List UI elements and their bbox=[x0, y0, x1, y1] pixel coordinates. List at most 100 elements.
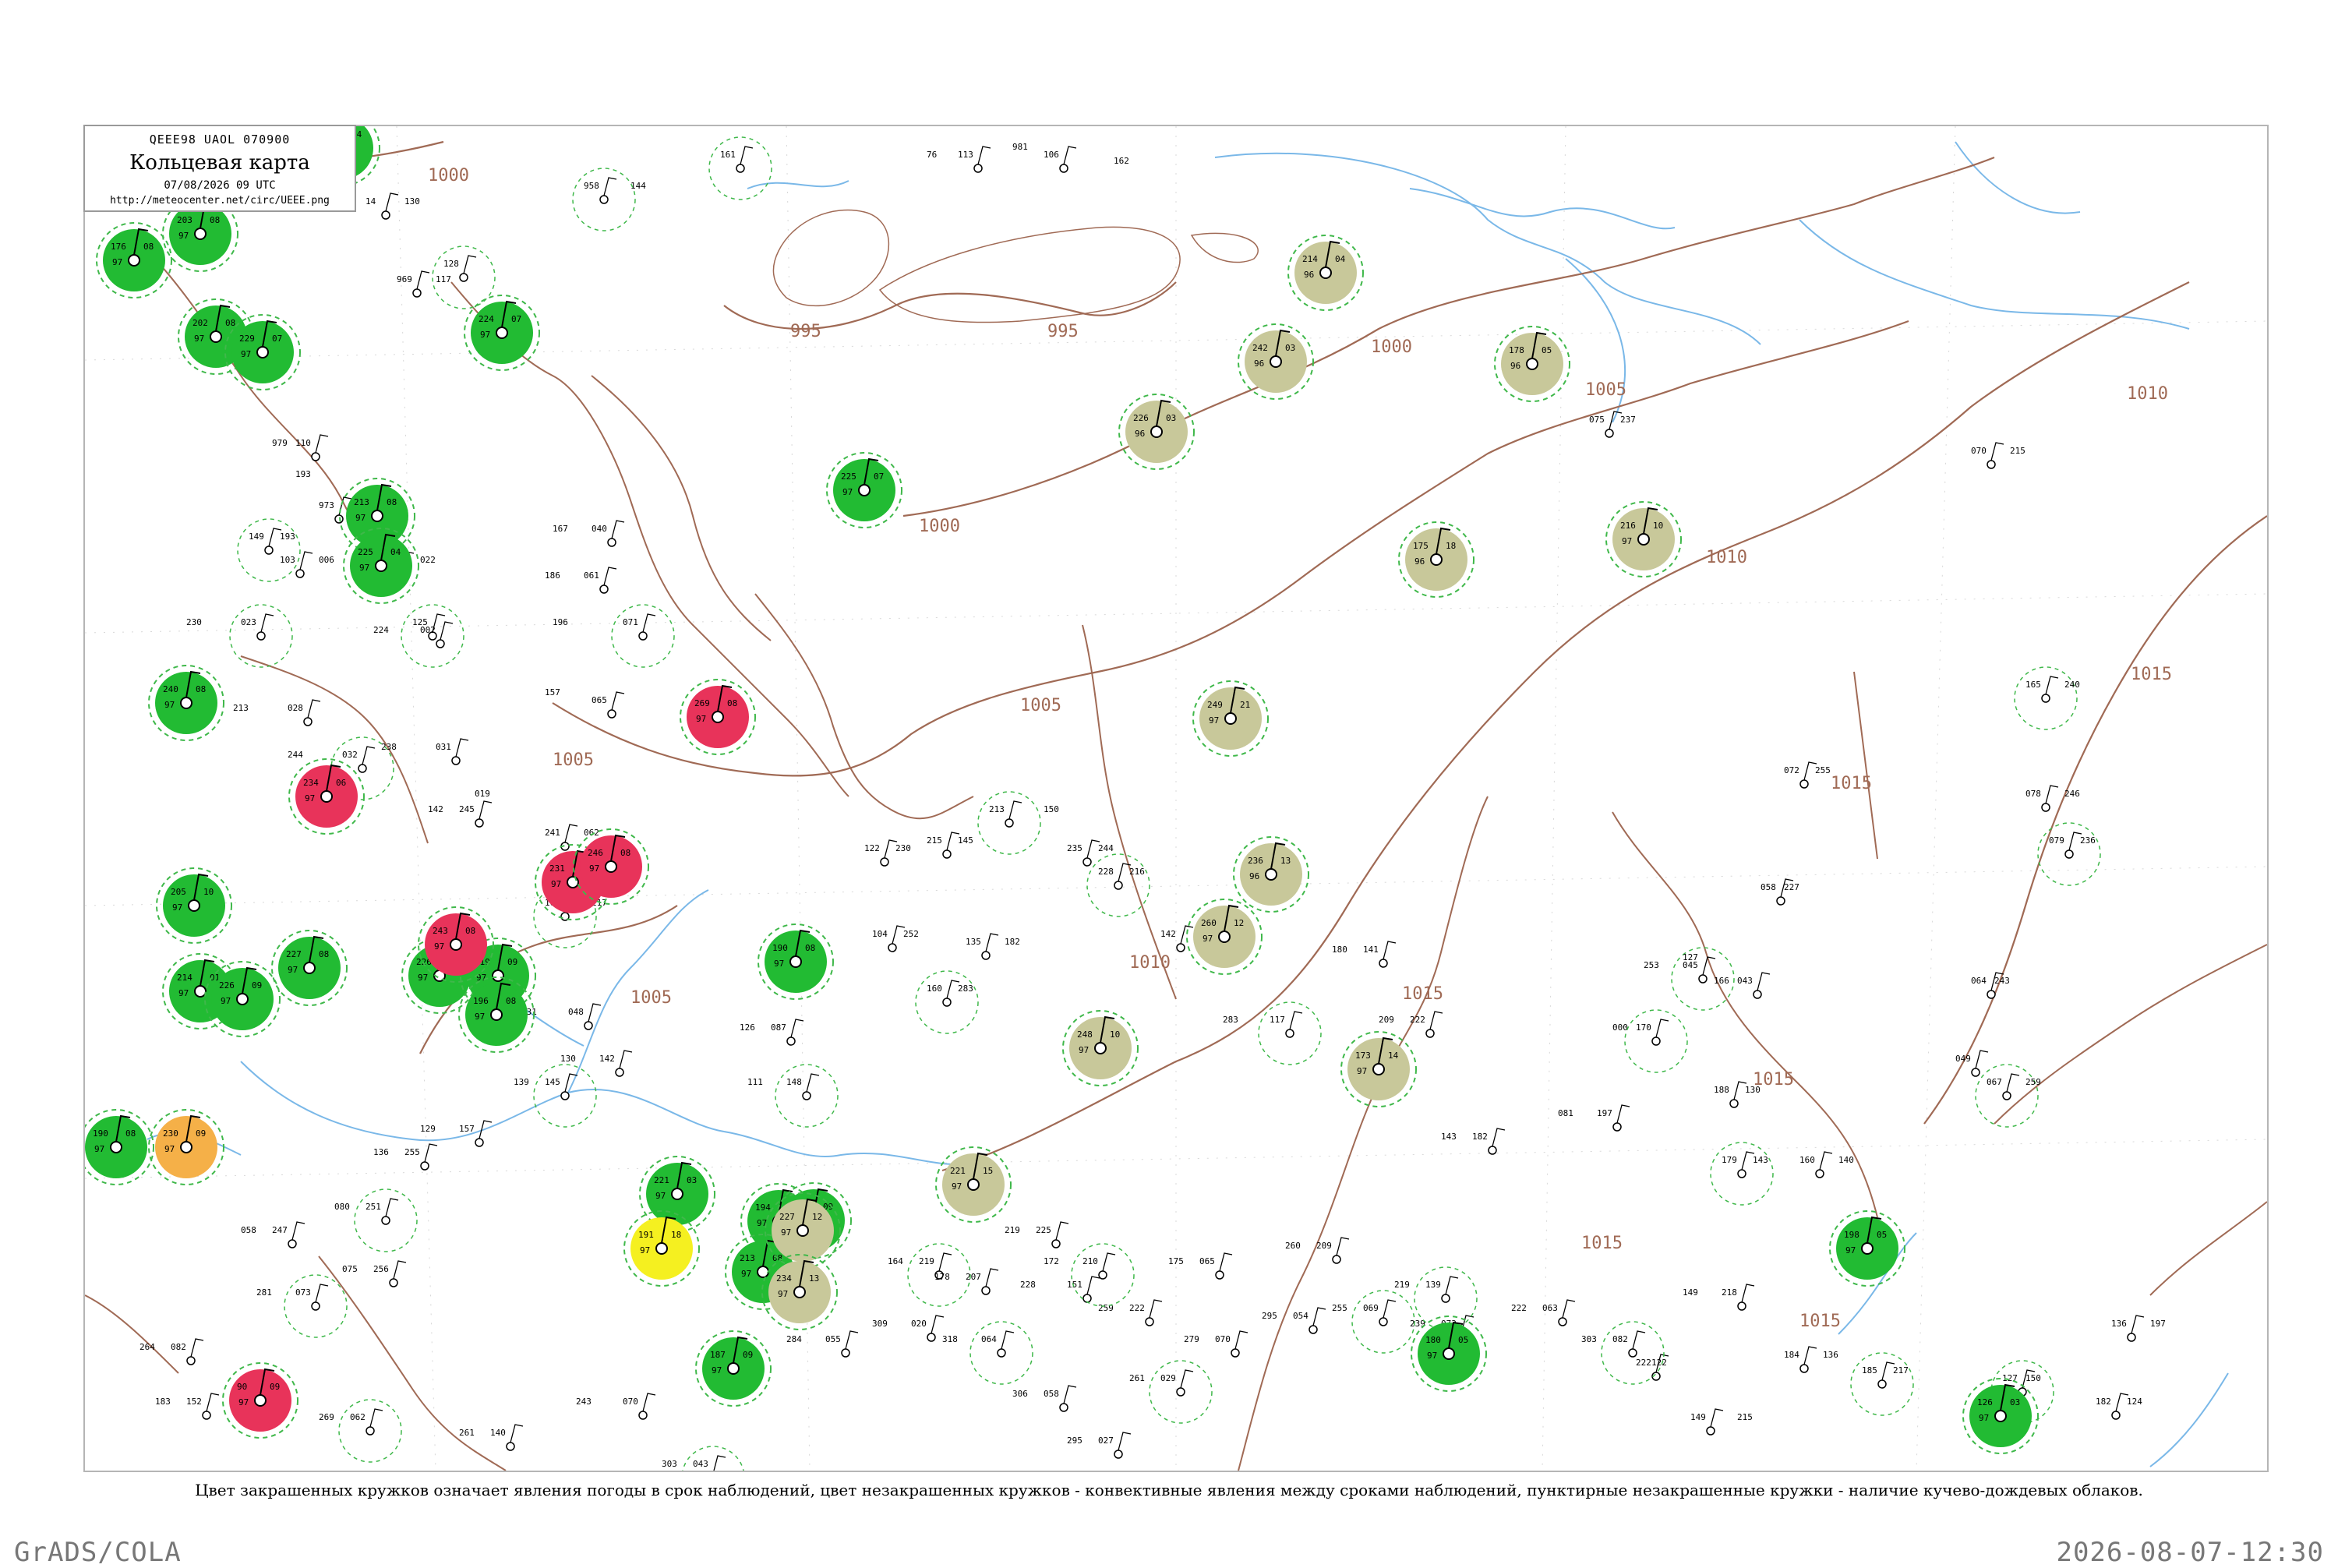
wind-barb-icon bbox=[931, 1315, 945, 1334]
station-temperature: 97 bbox=[194, 334, 204, 344]
station-tendency: 08 bbox=[805, 943, 815, 953]
station-temperature: 97 bbox=[178, 988, 189, 998]
station-value: 295 bbox=[1067, 1436, 1082, 1446]
station-value: 217 bbox=[1893, 1365, 1909, 1376]
weather-station-circle[interactable]: 214 04 96 bbox=[1287, 235, 1364, 311]
station-temperature: 97 bbox=[712, 1365, 722, 1376]
station-pressure: 242 bbox=[1252, 343, 1268, 353]
weather-station-circle[interactable]: 190 08 97 bbox=[85, 1109, 154, 1185]
cloud-cover-icon bbox=[1987, 990, 1996, 999]
station-value: 283 bbox=[958, 984, 973, 994]
weather-station-circle[interactable]: 248 10 97 bbox=[1062, 1010, 1139, 1086]
weather-station-circle[interactable]: 176 08 97 bbox=[96, 222, 172, 298]
wind-barb-icon bbox=[1063, 1385, 1077, 1404]
station-pressure: 227 bbox=[779, 1212, 795, 1222]
station-value: 002 bbox=[420, 625, 436, 635]
station-temperature: 97 bbox=[164, 1144, 175, 1154]
weather-station-circle[interactable]: 198 05 97 bbox=[1829, 1210, 1905, 1287]
weather-station-circle[interactable]: 249 21 97 bbox=[1192, 680, 1269, 757]
station-pressure: 214 bbox=[177, 973, 192, 983]
weather-station-circle[interactable]: 190 08 97 bbox=[758, 923, 834, 1000]
weather-station-circle[interactable]: 221 15 97 bbox=[935, 1146, 1012, 1223]
wind-barb-icon bbox=[463, 255, 477, 274]
station-temperature: 97 bbox=[1427, 1351, 1437, 1361]
cloud-cover-icon bbox=[567, 876, 579, 888]
station-value: 122 bbox=[864, 843, 880, 853]
station-value: 151 bbox=[1067, 1280, 1082, 1290]
station-value: 139 bbox=[514, 1077, 529, 1087]
station-value: 259 bbox=[2025, 1077, 2041, 1087]
weather-station-circle[interactable]: 236 13 96 bbox=[1233, 836, 1309, 913]
station-value: 149 bbox=[1683, 1287, 1698, 1298]
station-temperature: 97 bbox=[418, 973, 428, 983]
station-temperature: 97 bbox=[1979, 1413, 1989, 1423]
station-value: 065 bbox=[1199, 1256, 1215, 1266]
station-tendency: 08 bbox=[225, 318, 235, 328]
weather-station-circle[interactable]: 234 13 97 bbox=[761, 1254, 838, 1330]
station-value: 981 bbox=[1012, 142, 1028, 152]
cloud-cover-icon bbox=[1270, 355, 1282, 368]
station-value: 318 bbox=[942, 1334, 958, 1344]
cloud-cover-icon bbox=[1005, 818, 1014, 828]
weather-station-circle[interactable]: 178 05 96 bbox=[1494, 326, 1570, 402]
station-value: 075 bbox=[1589, 415, 1605, 425]
station-value: 979 bbox=[272, 438, 288, 448]
weather-station-circle[interactable]: 230 09 97 bbox=[148, 1109, 224, 1185]
station-value: 251 bbox=[366, 1202, 381, 1212]
weather-station-circle[interactable]: 126 03 97 bbox=[1962, 1378, 2039, 1454]
weather-station-circle[interactable]: 234 06 97 bbox=[288, 758, 365, 835]
weather-station-circle[interactable]: 260 12 97 bbox=[1186, 899, 1263, 975]
station-value: 054 bbox=[1293, 1311, 1309, 1321]
station-value: 103 bbox=[280, 555, 295, 565]
station-value: 255 bbox=[1815, 765, 1831, 775]
station-pressure: 126 bbox=[1977, 1397, 1993, 1407]
station-temperature: 97 bbox=[241, 349, 251, 359]
station-pressure: 176 bbox=[111, 242, 126, 252]
wind-barb-icon bbox=[1312, 1307, 1326, 1326]
weather-station-circle[interactable]: 205 10 97 bbox=[156, 867, 232, 944]
station-value: 197 bbox=[2150, 1319, 2166, 1329]
station-value: 240 bbox=[2064, 680, 2080, 690]
weather-station-circle[interactable]: 175 18 96 bbox=[1398, 521, 1474, 598]
render-timestamp: 2026-08-07-12:30 bbox=[2056, 1537, 2324, 1568]
wind-barb-icon bbox=[1149, 1299, 1163, 1319]
station-value: 078 bbox=[2025, 789, 2041, 799]
station-temperature: 97 bbox=[1203, 934, 1213, 944]
cloud-cover-icon bbox=[264, 546, 274, 555]
station-value: 222 bbox=[1636, 1358, 1651, 1368]
weather-station-circle[interactable]: 269 08 97 bbox=[680, 679, 756, 755]
map-url[interactable]: http://meteocenter.net/circ/UEEE.png bbox=[85, 195, 355, 207]
cloud-cover-icon bbox=[802, 1091, 811, 1100]
cloud-cover-icon bbox=[1441, 1294, 1450, 1303]
station-pressure: 173 bbox=[1355, 1051, 1371, 1061]
station-value: 76 bbox=[927, 150, 937, 160]
weather-station-circle[interactable]: 224 07 97 bbox=[464, 295, 540, 371]
weather-station-circle[interactable]: 242 03 96 bbox=[1238, 323, 1314, 400]
station-value: 029 bbox=[1160, 1373, 1176, 1383]
weather-station-circle[interactable]: 229 07 97 bbox=[224, 314, 301, 390]
station-value: 219 bbox=[1005, 1225, 1020, 1235]
weather-station-circle[interactable]: 180 05 97 bbox=[1411, 1315, 1487, 1392]
station-value: 235 bbox=[1067, 843, 1082, 853]
cloud-cover-icon bbox=[256, 346, 269, 358]
weather-station-circle[interactable]: 243 08 97 bbox=[418, 906, 494, 983]
cloud-cover-icon bbox=[254, 1394, 267, 1407]
station-value: 141 bbox=[1363, 945, 1379, 955]
weather-station-circle[interactable]: 225 04 97 bbox=[343, 528, 419, 604]
cloud-cover-icon bbox=[188, 899, 200, 912]
weather-station-circle[interactable]: 216 10 97 bbox=[1605, 501, 1682, 577]
weather-station-circle[interactable]: 226 09 97 bbox=[204, 961, 281, 1037]
synoptic-map[interactable]: 1000 995 995 1000 1005 1005 1005 1010 10… bbox=[85, 126, 2267, 1471]
weather-station-circle[interactable]: 226 03 96 bbox=[1118, 394, 1195, 470]
wind-barb-icon bbox=[603, 177, 617, 196]
weather-station-circle[interactable]: 90 09 97 bbox=[222, 1362, 298, 1439]
weather-station-circle[interactable]: 227 08 97 bbox=[271, 930, 348, 1006]
weather-station-circle[interactable]: 240 08 97 bbox=[148, 665, 224, 741]
weather-station-circle[interactable]: 225 07 97 bbox=[826, 452, 902, 528]
wind-barb-icon bbox=[1383, 941, 1397, 960]
station-value: 079 bbox=[2049, 835, 2064, 846]
cloud-cover-icon bbox=[412, 288, 422, 298]
weather-station-circle[interactable]: 246 08 97 bbox=[573, 828, 649, 905]
weather-station-circle[interactable]: 187 09 97 bbox=[695, 1330, 772, 1407]
weather-station-circle[interactable]: 173 14 97 bbox=[1340, 1031, 1417, 1107]
